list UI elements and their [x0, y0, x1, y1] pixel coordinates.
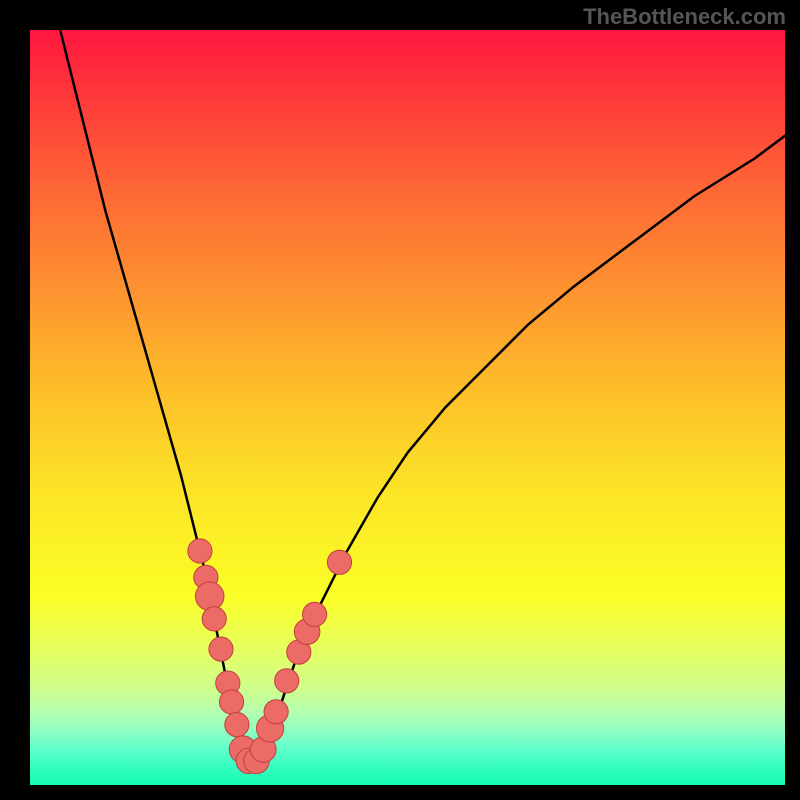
data-point: [220, 690, 244, 714]
data-point: [195, 582, 224, 611]
data-point: [202, 607, 226, 631]
data-point: [264, 700, 288, 724]
data-point: [303, 602, 327, 626]
data-point: [327, 550, 351, 574]
data-point: [188, 539, 212, 563]
gradient-background: [30, 30, 785, 785]
data-point: [209, 637, 233, 661]
chart-svg: [0, 0, 800, 800]
data-point: [275, 669, 299, 693]
chart-frame: TheBottleneck.com: [0, 0, 800, 800]
data-point: [225, 713, 249, 737]
